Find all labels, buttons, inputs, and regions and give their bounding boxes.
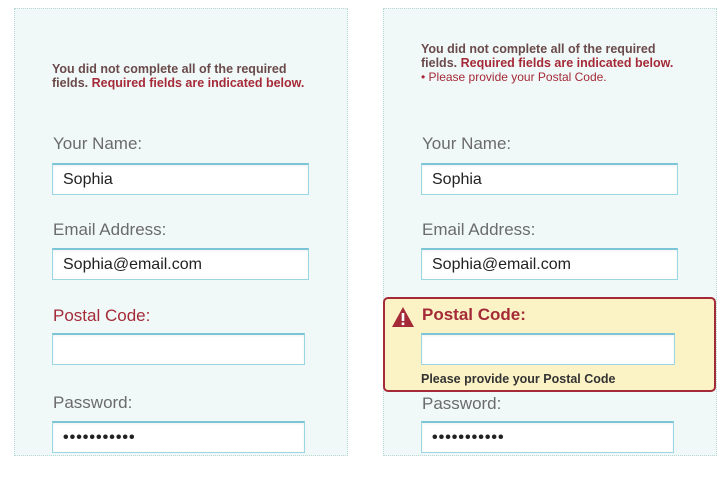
error-summary-required: Required fields are indicated below. xyxy=(91,76,305,90)
password-value: ••••••••••• xyxy=(63,429,136,446)
postal-code-label: Postal Code: xyxy=(53,306,151,325)
password-value: ••••••••••• xyxy=(432,429,505,446)
name-input[interactable]: Sophia xyxy=(52,163,309,195)
error-summary-required: Required fields are indicated below. xyxy=(460,56,674,70)
postal-code-error-box: Postal Code: Please provide your Postal … xyxy=(383,297,716,392)
email-value: Sophia@email.com xyxy=(432,256,571,273)
error-summary-bullet: • Please provide your Postal Code. xyxy=(421,70,607,84)
postal-code-hint: Please provide your Postal Code xyxy=(421,372,616,386)
warning-triangle-icon xyxy=(392,307,414,327)
password-label: Password: xyxy=(422,394,502,413)
password-input[interactable]: ••••••••••• xyxy=(52,421,305,453)
postal-code-input[interactable] xyxy=(421,333,675,365)
postal-code-label: Postal Code: xyxy=(422,305,526,324)
name-input[interactable]: Sophia xyxy=(421,163,678,195)
postal-code-input[interactable] xyxy=(52,333,305,365)
email-value: Sophia@email.com xyxy=(63,256,202,273)
name-value: Sophia xyxy=(63,171,113,188)
email-input[interactable]: Sophia@email.com xyxy=(421,248,678,280)
form-error-summary: You did not complete all of the required… xyxy=(52,62,312,90)
email-label: Email Address: xyxy=(53,220,167,239)
form-error-summary: You did not complete all of the required… xyxy=(421,42,691,84)
name-label: Your Name: xyxy=(53,134,143,153)
name-value: Sophia xyxy=(432,171,482,188)
name-label: Your Name: xyxy=(422,134,512,153)
email-input[interactable]: Sophia@email.com xyxy=(52,248,309,280)
password-input[interactable]: ••••••••••• xyxy=(421,421,674,453)
email-label: Email Address: xyxy=(422,220,536,239)
password-label: Password: xyxy=(53,393,133,412)
